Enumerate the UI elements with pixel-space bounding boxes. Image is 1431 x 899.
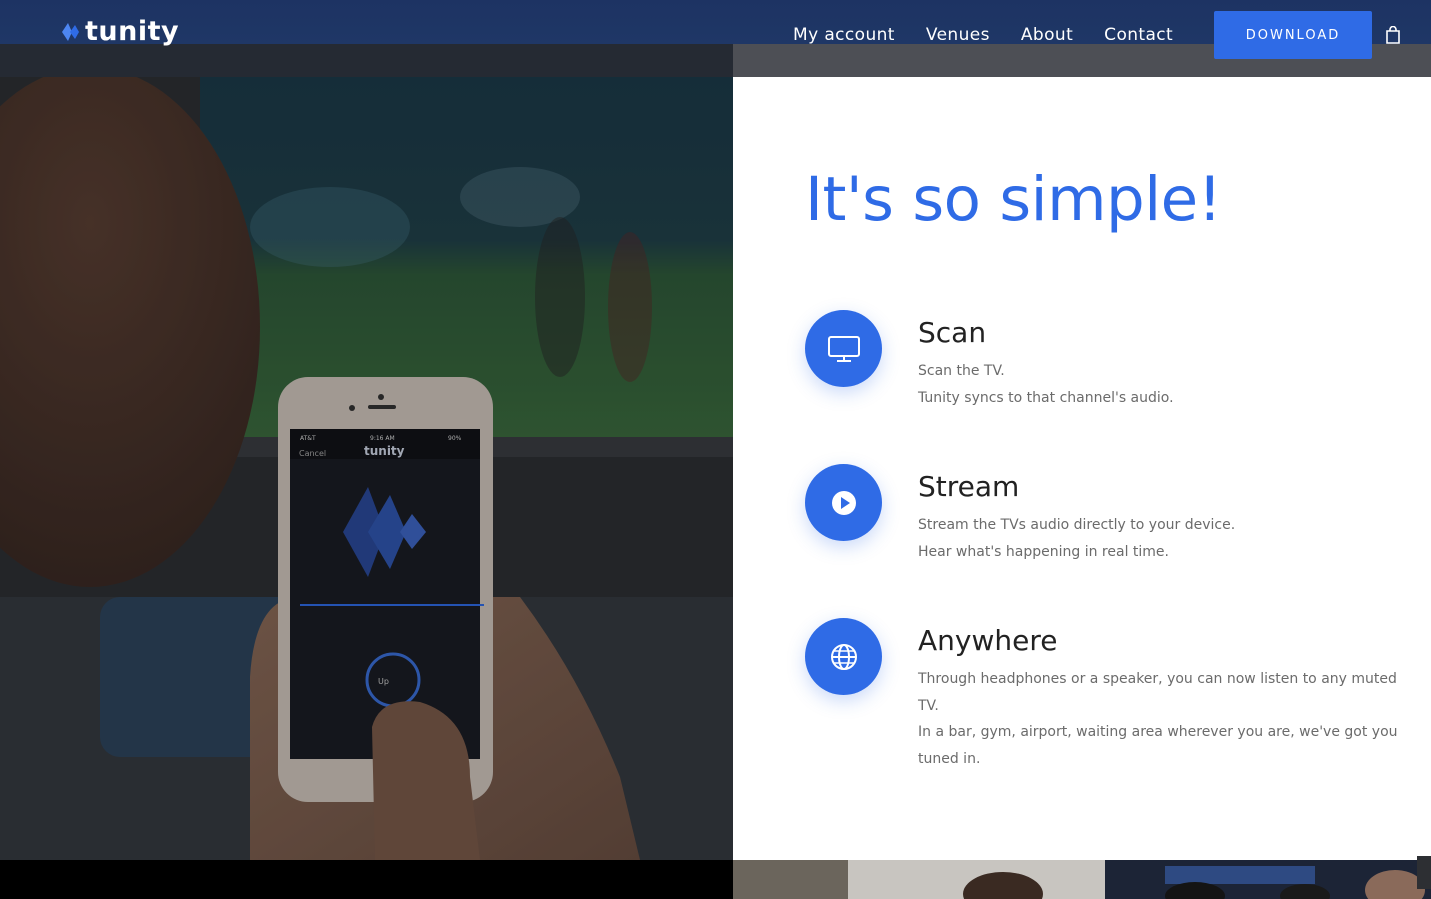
feature-title: Scan	[918, 316, 987, 349]
feature-icon-circle	[805, 464, 882, 541]
bottom-thumbnail-photo	[1105, 860, 1431, 899]
feature-title: Anywhere	[918, 624, 1058, 657]
main-nav: My account Venues About Contact	[793, 22, 1204, 48]
globe-icon	[830, 643, 857, 670]
nav-about[interactable]: About	[1021, 22, 1073, 48]
download-button[interactable]: DOWNLOAD	[1214, 11, 1372, 59]
nav-my-account[interactable]: My account	[793, 22, 895, 48]
scroll-to-top-button[interactable]	[1417, 856, 1431, 889]
hero-photo-illustration: AT&T 9:16 AM 90% Cancel tunity Up	[0, 77, 733, 860]
nav-contact[interactable]: Contact	[1104, 22, 1173, 48]
feature-line: Scan the TV.	[918, 363, 1005, 379]
feature-line: Stream the TVs audio directly to your de…	[918, 517, 1236, 533]
page-heading: It's so simple!	[805, 164, 1222, 235]
feature-icon-circle	[805, 310, 882, 387]
bottom-thumbnail-photo	[733, 860, 1105, 899]
feature-description: Scan the TV. Tunity syncs to that channe…	[918, 358, 1405, 411]
feature-title: Stream	[918, 470, 1020, 503]
thumbnail-illustration	[1105, 860, 1431, 899]
feature-icon-circle	[805, 618, 882, 695]
shopping-bag-icon[interactable]	[1385, 26, 1401, 45]
logo-text: tunity	[85, 16, 180, 47]
feature-line: Hear what's happening in real time.	[918, 543, 1169, 560]
site-logo[interactable]: tunity	[60, 14, 179, 50]
play-icon	[831, 490, 856, 515]
feature-description: Stream the TVs audio directly to your de…	[918, 512, 1405, 565]
feature-line: In a bar, gym, airport, waiting area whe…	[918, 724, 1398, 767]
tv-icon	[827, 335, 860, 362]
hero-photo: AT&T 9:16 AM 90% Cancel tunity Up	[0, 77, 733, 860]
feature-description: Through headphones or a speaker, you can…	[918, 666, 1405, 772]
tunity-logo-icon	[62, 23, 79, 41]
feature-line: Tunity syncs to that channel's audio.	[918, 389, 1174, 406]
feature-line: Through headphones or a speaker, you can…	[918, 671, 1397, 714]
photo-bottom-band	[0, 860, 733, 899]
thumbnail-illustration	[733, 860, 1105, 899]
nav-venues[interactable]: Venues	[926, 22, 990, 48]
